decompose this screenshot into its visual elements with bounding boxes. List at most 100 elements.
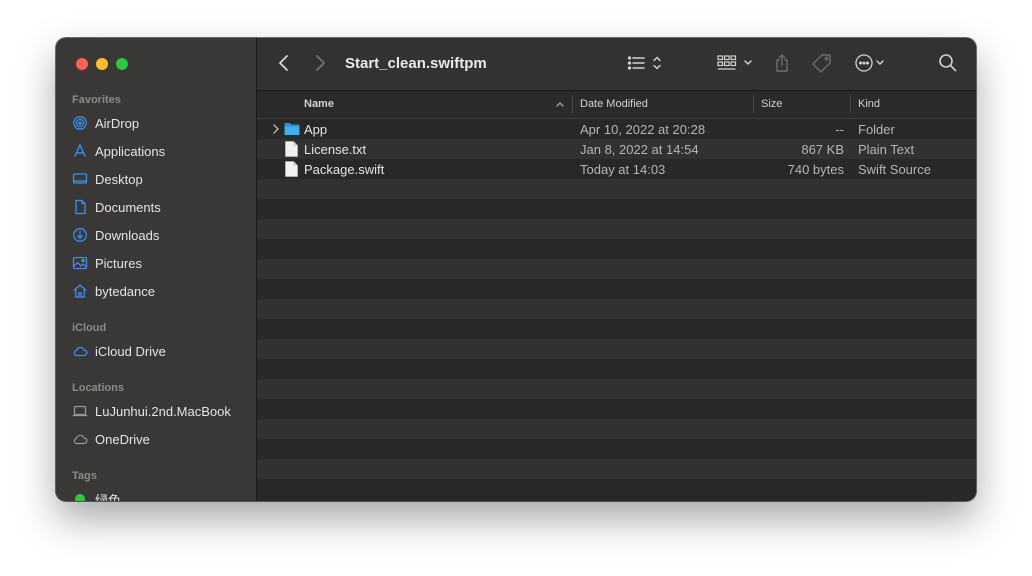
sidebar-item-downloads[interactable]: Downloads bbox=[72, 224, 159, 246]
share-icon bbox=[773, 53, 791, 78]
file-name: App bbox=[304, 122, 328, 137]
pictures-icon bbox=[72, 255, 88, 271]
table-row[interactable]: App Apr 10, 2022 at 20:28 -- Folder bbox=[257, 119, 976, 139]
ellipsis-circle-icon bbox=[854, 53, 888, 78]
sidebar-item-label: Documents bbox=[95, 199, 161, 215]
empty-row bbox=[257, 279, 976, 299]
column-divider[interactable] bbox=[753, 95, 754, 113]
airdrop-icon bbox=[72, 115, 88, 131]
finder-window: Favorites AirDrop Applications Desktop D… bbox=[56, 38, 976, 501]
desktop-icon bbox=[72, 171, 88, 187]
empty-row bbox=[257, 219, 976, 239]
empty-row bbox=[257, 399, 976, 419]
home-icon bbox=[72, 283, 88, 299]
column-divider[interactable] bbox=[850, 95, 851, 113]
empty-row bbox=[257, 379, 976, 399]
sidebar-item-label: AirDrop bbox=[95, 115, 140, 131]
empty-row bbox=[257, 439, 976, 459]
file-date: Apr 10, 2022 at 20:28 bbox=[580, 122, 706, 137]
disclosure-chevron-icon[interactable] bbox=[272, 123, 280, 138]
column-header: Name Date Modified Size Kind bbox=[257, 91, 976, 119]
empty-row bbox=[257, 239, 976, 259]
toolbar: Start_clean.swiftpm bbox=[257, 38, 976, 91]
close-button[interactable] bbox=[76, 58, 88, 70]
sidebar-item-pictures[interactable]: Pictures bbox=[72, 252, 142, 274]
empty-row bbox=[257, 299, 976, 319]
sidebar-item-label: Pictures bbox=[95, 255, 142, 271]
share-button[interactable] bbox=[773, 53, 791, 78]
file-kind: Folder bbox=[858, 122, 895, 137]
file-size: 867 KB bbox=[801, 142, 844, 157]
empty-row bbox=[257, 359, 976, 379]
search-icon bbox=[938, 53, 958, 78]
column-header-kind[interactable]: Kind bbox=[858, 98, 880, 110]
empty-row bbox=[257, 319, 976, 339]
sidebar-item-applications[interactable]: Applications bbox=[72, 140, 165, 162]
search-button[interactable] bbox=[938, 53, 958, 78]
sidebar-item-label: bytedance bbox=[95, 283, 155, 299]
column-header-size[interactable]: Size bbox=[761, 98, 782, 110]
folder-icon bbox=[284, 122, 300, 139]
sidebar-item-label: Downloads bbox=[95, 227, 160, 243]
empty-row bbox=[257, 259, 976, 279]
sidebar-item-icloud-drive[interactable]: iCloud Drive bbox=[72, 340, 166, 362]
empty-row bbox=[257, 419, 976, 439]
cloud-icon bbox=[72, 431, 88, 447]
sidebar-item-label: 绿色 bbox=[95, 492, 122, 502]
forward-button[interactable] bbox=[313, 53, 327, 78]
sidebar-item-home[interactable]: bytedance bbox=[72, 280, 155, 302]
applications-icon bbox=[72, 143, 88, 159]
window-title: Start_clean.swiftpm bbox=[345, 55, 487, 72]
table-row[interactable]: Package.swift Today at 14:03 740 bytes S… bbox=[257, 159, 976, 179]
zoom-button[interactable] bbox=[116, 58, 128, 70]
table-row[interactable]: License.txt Jan 8, 2022 at 14:54 867 KB … bbox=[257, 139, 976, 159]
file-kind: Plain Text bbox=[858, 142, 915, 157]
tag-button[interactable] bbox=[811, 53, 833, 78]
column-header-date[interactable]: Date Modified bbox=[580, 98, 648, 110]
sidebar-section-locations: Locations bbox=[72, 382, 124, 394]
tag-icon bbox=[811, 53, 833, 78]
sidebar-item-onedrive[interactable]: OneDrive bbox=[72, 428, 150, 450]
tag-dot-icon bbox=[72, 491, 88, 501]
sidebar-item-label: Desktop bbox=[95, 171, 143, 187]
document-icon bbox=[72, 199, 88, 215]
sidebar-item-label: LuJunhui.2nd.MacBook bbox=[95, 403, 231, 419]
empty-row bbox=[257, 199, 976, 219]
file-size: 740 bytes bbox=[787, 162, 844, 177]
sidebar-section-favorites: Favorites bbox=[72, 94, 121, 106]
sidebar-item-macbook[interactable]: LuJunhui.2nd.MacBook bbox=[72, 400, 231, 422]
file-browser: Start_clean.swiftpm Name Date Modified S… bbox=[257, 38, 976, 501]
back-button[interactable] bbox=[277, 53, 291, 78]
more-actions-button[interactable] bbox=[854, 53, 888, 78]
file-list: App Apr 10, 2022 at 20:28 -- Folder Lice… bbox=[257, 119, 976, 501]
sidebar-item-desktop[interactable]: Desktop bbox=[72, 168, 143, 190]
sidebar-item-airdrop[interactable]: AirDrop bbox=[72, 112, 139, 134]
sidebar-item-label: iCloud Drive bbox=[95, 343, 166, 359]
sidebar: Favorites AirDrop Applications Desktop D… bbox=[56, 38, 257, 501]
file-date: Today at 14:03 bbox=[580, 162, 666, 177]
file-size: -- bbox=[835, 122, 844, 137]
sidebar-section-tags: Tags bbox=[72, 470, 97, 482]
column-divider[interactable] bbox=[572, 95, 573, 113]
view-mode-button[interactable] bbox=[627, 55, 665, 75]
file-icon bbox=[285, 141, 298, 160]
file-date: Jan 8, 2022 at 14:54 bbox=[580, 142, 699, 157]
minimize-button[interactable] bbox=[96, 58, 108, 70]
chevron-right-icon bbox=[313, 53, 327, 78]
grid-icon bbox=[717, 53, 755, 78]
file-icon bbox=[285, 161, 298, 180]
chevron-left-icon bbox=[277, 53, 291, 78]
group-button[interactable] bbox=[717, 53, 755, 78]
laptop-icon bbox=[72, 403, 88, 419]
file-kind: Swift Source bbox=[858, 162, 931, 177]
file-name: Package.swift bbox=[304, 162, 385, 177]
cloud-icon bbox=[72, 343, 88, 359]
window-controls bbox=[76, 58, 128, 70]
sidebar-section-icloud: iCloud bbox=[72, 322, 107, 334]
sidebar-item-tag-green[interactable]: 绿色 bbox=[72, 488, 121, 501]
column-header-name[interactable]: Name bbox=[304, 98, 334, 110]
sidebar-item-documents[interactable]: Documents bbox=[72, 196, 161, 218]
empty-row bbox=[257, 479, 976, 499]
download-icon bbox=[72, 227, 88, 243]
file-name: License.txt bbox=[304, 142, 367, 157]
